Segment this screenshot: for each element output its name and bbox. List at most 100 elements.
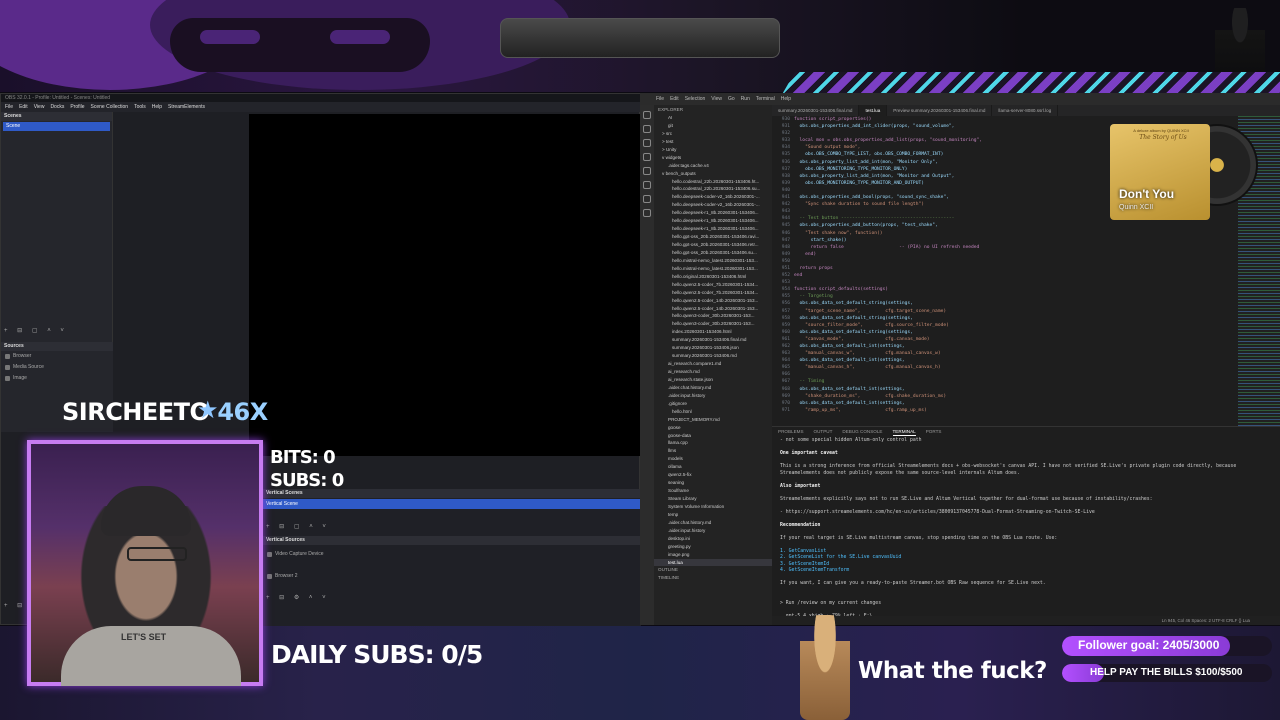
source-item[interactable]: Media Source	[1, 362, 113, 373]
search-icon[interactable]	[643, 125, 651, 133]
editor-tab[interactable]: summary.20260301-153406.final.md	[772, 105, 860, 116]
vscode-menu-item[interactable]: View	[711, 93, 722, 105]
explorer-item[interactable]: > Unity	[654, 146, 772, 154]
explorer-item[interactable]: > test	[654, 138, 772, 146]
explorer-item[interactable]: greeting.py	[654, 543, 772, 551]
explorer-item[interactable]: models	[654, 455, 772, 463]
vscode-menu-item[interactable]: Terminal	[756, 93, 775, 105]
explorer-item[interactable]: summary.20260301-153406.final.md	[654, 336, 772, 344]
chat-icon[interactable]	[643, 209, 651, 217]
explorer-item[interactable]: hello.deepseek-r1_8b.20260301-153406...	[654, 225, 772, 233]
explorer-item[interactable]: hello.qwen2.5-coder_7b.20260301-1534...	[654, 281, 772, 289]
scenes-dock-controls[interactable]: + ⊟ ▢ ˄ ˅	[1, 327, 113, 337]
explorer-item[interactable]: ollama	[654, 463, 772, 471]
explorer-item[interactable]: Soulframe	[654, 487, 772, 495]
explorer-item[interactable]: hello.qwen3-coder_30b.20260301-153...	[654, 320, 772, 328]
explorer-item[interactable]: v widgets	[654, 154, 772, 162]
explorer-item[interactable]: .gitignore	[654, 400, 772, 408]
panel-tab-ports[interactable]: PORTS	[926, 427, 942, 436]
explorer-item[interactable]: Steam Library	[654, 495, 772, 503]
explorer-item[interactable]: temp	[654, 511, 772, 519]
obs-menu-help[interactable]: Help	[152, 102, 162, 112]
explorer-item[interactable]: llama.cpp	[654, 439, 772, 447]
extensions-icon[interactable]	[643, 167, 651, 175]
explorer-item[interactable]: seaning	[654, 479, 772, 487]
vscode-menu-item[interactable]: Go	[728, 93, 735, 105]
explorer-item[interactable]: index.20260301-153406.html	[654, 328, 772, 336]
explorer-item[interactable]: .aider.input.history	[654, 392, 772, 400]
outline-section[interactable]: OUTLINE	[654, 566, 772, 574]
source-control-icon[interactable]	[643, 139, 651, 147]
vertical-source-item[interactable]: Video Capture Device	[263, 549, 463, 560]
terminal-output[interactable]: - not some special hidden Altum-only con…	[772, 436, 1280, 616]
panel-tab-problems[interactable]: PROBLEMS	[778, 427, 804, 436]
source-item[interactable]: Image	[1, 373, 113, 384]
obs-menu-edit[interactable]: Edit	[19, 102, 28, 112]
editor-tab[interactable]: Preview summary.20260301-153406.final.md	[887, 105, 993, 116]
source-item[interactable]: Browser	[1, 351, 113, 362]
explorer-item[interactable]: hello.deepseek-r1_8b.20260301-153406...	[654, 217, 772, 225]
vertical-scene-item[interactable]: Vertical Scene	[263, 499, 641, 509]
explorer-item[interactable]: hello.qwen2.5-coder_7b.20260301-1534...	[654, 289, 772, 297]
obs-menu-file[interactable]: File	[5, 102, 13, 112]
vscode-menu-item[interactable]: File	[656, 93, 664, 105]
explorer-item[interactable]: System Volume Information	[654, 503, 772, 511]
vscode-menu-item[interactable]: Run	[741, 93, 750, 105]
obs-menu-streamelements[interactable]: StreamElements	[168, 102, 205, 112]
testing-icon[interactable]	[643, 181, 651, 189]
explorer-item[interactable]: .aider.chat.history.md	[654, 384, 772, 392]
remote-icon[interactable]	[643, 195, 651, 203]
explorer-item[interactable]: .aider.input.history	[654, 527, 772, 535]
explorer-item[interactable]: summary.20260301-153406.json	[654, 344, 772, 352]
explorer-item[interactable]: hello.gpt-oss_20b.20260301-153406.retr..…	[654, 241, 772, 249]
sources-dock-controls[interactable]: + ⊟	[4, 602, 26, 609]
obs-menu-scene-collection[interactable]: Scene Collection	[91, 102, 129, 112]
explorer-item[interactable]: goose	[654, 424, 772, 432]
run-debug-icon[interactable]	[643, 153, 651, 161]
obs-menu-docks[interactable]: Docks	[50, 102, 64, 112]
vertical-sources-controls[interactable]: + ⊟ ⚙ ˄ ˅	[266, 594, 330, 601]
explorer-item[interactable]: ai_research.compare1.md	[654, 360, 772, 368]
obs-menu-tools[interactable]: Tools	[134, 102, 146, 112]
explorer-item[interactable]: > src	[654, 130, 772, 138]
explorer-item[interactable]: hello.codestral_22b.20260301-153406.ht..…	[654, 178, 772, 186]
scene-item-selected[interactable]: Scene	[3, 122, 110, 131]
explorer-item[interactable]: hello.qwen3-coder_30b.20260301-153...	[654, 312, 772, 320]
explorer-item[interactable]: hello.mistral-nemo_latest.20260301-153..…	[654, 265, 772, 273]
explorer-item[interactable]: desktop.ini	[654, 535, 772, 543]
vscode-menu-item[interactable]: Selection	[685, 93, 706, 105]
files-icon[interactable]	[643, 111, 651, 119]
vscode-menu-item[interactable]: Help	[781, 93, 791, 105]
vscode-menu-item[interactable]: Edit	[670, 93, 679, 105]
vertical-source-item[interactable]: Browser 2	[263, 571, 463, 582]
explorer-item[interactable]: image.png	[654, 551, 772, 559]
explorer-item[interactable]: PROJECT_MEMORY.md	[654, 416, 772, 424]
vertical-scenes-controls[interactable]: + ⊟ ▢ ˄ ˅	[266, 523, 330, 530]
panel-tab-terminal[interactable]: TERMINAL	[892, 427, 916, 436]
explorer-item[interactable]: .aider.tags.cache.v4	[654, 162, 772, 170]
explorer-item[interactable]: goose-data	[654, 432, 772, 440]
obs-preview-canvas[interactable]	[249, 114, 641, 456]
panel-tab-debug-console[interactable]: DEBUG CONSOLE	[842, 427, 882, 436]
panel-tab-output[interactable]: OUTPUT	[814, 427, 833, 436]
explorer-item[interactable]: hello.deepseek-coder-v2_16b.20260301-...	[654, 193, 772, 201]
explorer-item[interactable]: qwen2.5-fix	[654, 471, 772, 479]
explorer-item[interactable]: hello.gpt-oss_20b.20260301-153406.ravi..…	[654, 233, 772, 241]
explorer-item[interactable]: ai_research.state.json	[654, 376, 772, 384]
explorer-item[interactable]: hello.deepseek-coder-v2_16b.20260301-...	[654, 201, 772, 209]
explorer-item[interactable]: hello.gpt-oss_20b.20260301-153406.su...	[654, 249, 772, 257]
explorer-item[interactable]: hello.qwen2.5-coder_14b.20260301-153...	[654, 297, 772, 305]
explorer-item[interactable]: hello.codestral_22b.20260301-153406.su..…	[654, 185, 772, 193]
obs-menu-profile[interactable]: Profile	[70, 102, 84, 112]
explorer-item[interactable]: hello.html	[654, 408, 772, 416]
editor-tab-active[interactable]: test.lua	[859, 105, 888, 116]
explorer-item[interactable]: test.lua	[654, 558, 772, 567]
explorer-item[interactable]: AI	[654, 114, 772, 122]
explorer-item[interactable]: hello.qwen2.5-coder_14b.20260301-153...	[654, 305, 772, 313]
explorer-item[interactable]: hello.mistral-nemo_latest.20260301-153..…	[654, 257, 772, 265]
obs-menu-view[interactable]: View	[34, 102, 45, 112]
explorer-item[interactable]: git	[654, 122, 772, 130]
editor-tab[interactable]: llama-server-8080.ssrl.log	[992, 105, 1059, 116]
explorer-item[interactable]: summary.20260301-153406.md	[654, 352, 772, 360]
explorer-item[interactable]: .aider.chat.history.md	[654, 519, 772, 527]
